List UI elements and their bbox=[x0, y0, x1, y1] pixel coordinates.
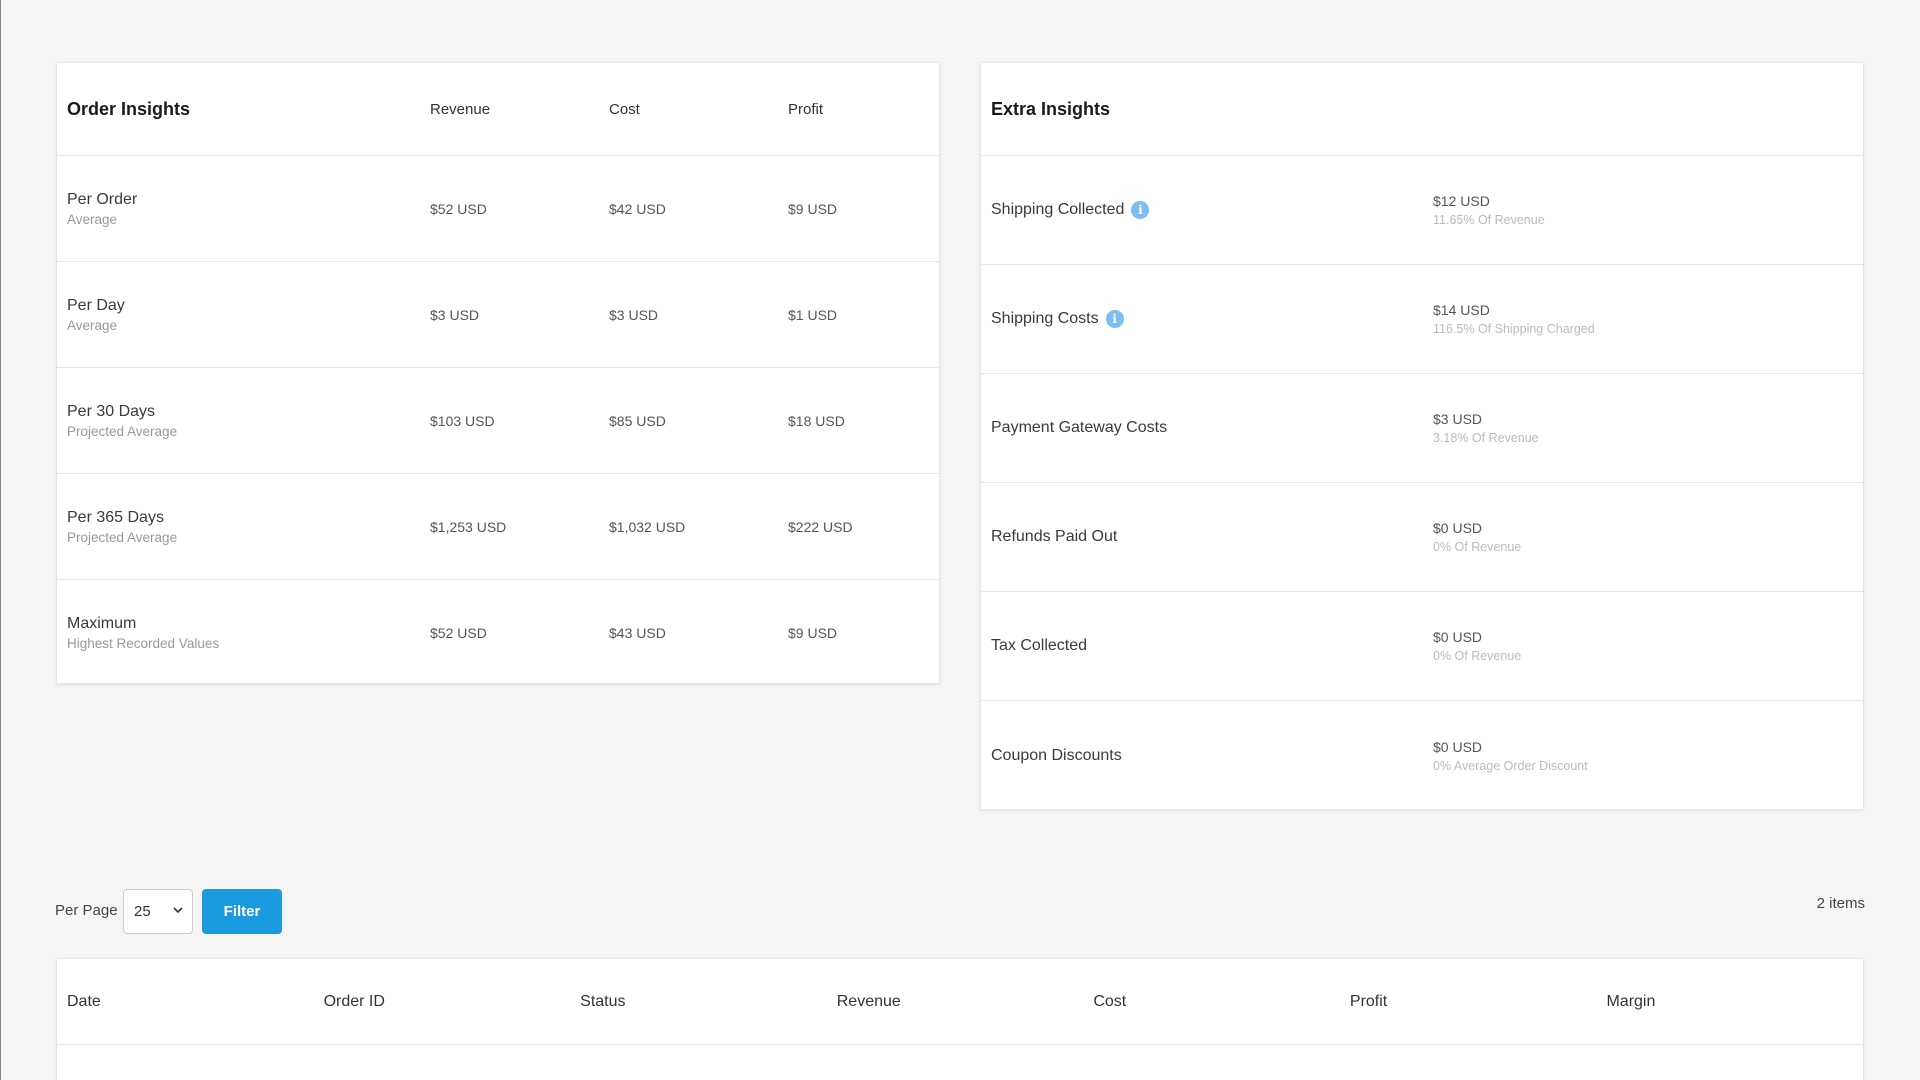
extra-insights-row: Coupon Discounts $0 USD 0% Average Order… bbox=[981, 701, 1863, 810]
column-header-cost[interactable]: Cost bbox=[1093, 993, 1350, 1011]
order-insights-row: Maximum Highest Recorded Values $52 USD … bbox=[57, 580, 939, 686]
row-label: Tax Collected bbox=[991, 637, 1088, 654]
per-page-label: Per Page bbox=[55, 902, 118, 919]
extra-sublabel: 0% Of Revenue bbox=[1433, 649, 1522, 663]
extra-insights-row: Tax Collected $0 USD 0% Of Revenue bbox=[981, 592, 1863, 701]
column-header-margin[interactable]: Margin bbox=[1606, 993, 1863, 1011]
row-label: Coupon Discounts bbox=[991, 746, 1122, 764]
revenue-value: $1,253 USD bbox=[430, 518, 507, 535]
profit-value: $222 USD bbox=[788, 518, 853, 535]
order-insights-row: Per 30 Days Projected Average $103 USD $… bbox=[57, 368, 939, 474]
cost-value: $85 USD bbox=[609, 412, 666, 429]
row-label: Per Day bbox=[67, 296, 125, 314]
items-count: 2 items bbox=[1816, 895, 1865, 912]
row-label: Per Order bbox=[67, 190, 138, 208]
column-header-profit[interactable]: Profit bbox=[1350, 993, 1607, 1011]
row-sublabel: Average bbox=[67, 211, 118, 227]
column-header-profit: Profit bbox=[788, 100, 824, 118]
cost-value: $42 USD bbox=[609, 200, 666, 217]
column-header-cost: Cost bbox=[609, 100, 640, 118]
revenue-value: $52 USD bbox=[430, 200, 487, 217]
extra-value: $0 USD bbox=[1433, 629, 1483, 645]
extra-value: $14 USD bbox=[1433, 302, 1490, 318]
orders-table: Date Order ID Status Revenue Cost Profit… bbox=[56, 958, 1864, 1080]
row-sublabel: Highest Recorded Values bbox=[67, 636, 220, 651]
order-insights-row: Per Order Average $52 USD $42 USD $9 USD bbox=[57, 156, 939, 262]
cost-value: $1,032 USD bbox=[609, 518, 686, 535]
order-insights-header: Order Insights Revenue Cost Profit bbox=[57, 63, 939, 156]
column-header-order-id[interactable]: Order ID bbox=[324, 993, 581, 1011]
filter-button[interactable]: Filter bbox=[202, 889, 282, 934]
extra-value: $12 USD bbox=[1433, 193, 1490, 209]
orders-table-header: Date Order ID Status Revenue Cost Profit… bbox=[57, 959, 1863, 1045]
extra-insights-header: Extra Insights bbox=[981, 63, 1863, 156]
info-icon[interactable]: i bbox=[1105, 310, 1124, 328]
info-icon[interactable]: i bbox=[1131, 201, 1150, 219]
row-label: Maximum bbox=[67, 615, 137, 632]
row-label: Refunds Paid Out bbox=[991, 528, 1118, 545]
per-page-value: 25 bbox=[134, 903, 151, 920]
row-label: Shipping Collected bbox=[991, 201, 1125, 218]
extra-sublabel: 0% Of Revenue bbox=[1433, 540, 1522, 554]
extra-insights-row: Payment Gateway Costs $3 USD 3.18% Of Re… bbox=[981, 374, 1863, 483]
order-insights-row: Per Day Average $3 USD $3 USD $1 USD bbox=[57, 262, 939, 368]
window-edge bbox=[0, 0, 1, 1080]
extra-insights-title: Extra Insights bbox=[991, 98, 1111, 119]
per-page-select[interactable]: 25 bbox=[123, 889, 193, 934]
order-insights-row: Per 365 Days Projected Average $1,253 US… bbox=[57, 474, 939, 580]
column-header-date[interactable]: Date bbox=[67, 993, 324, 1011]
cost-value: $43 USD bbox=[609, 625, 666, 641]
row-sublabel: Projected Average bbox=[67, 423, 178, 439]
column-header-revenue: Revenue bbox=[430, 100, 491, 118]
extra-value: $3 USD bbox=[1433, 411, 1483, 427]
extra-sublabel: 116.5% Of Shipping Charged bbox=[1433, 322, 1595, 336]
extra-value: $0 USD bbox=[1433, 738, 1483, 755]
profit-value: $1 USD bbox=[788, 306, 838, 323]
extra-sublabel: 3.18% Of Revenue bbox=[1433, 431, 1539, 445]
row-label: Shipping Costs bbox=[991, 310, 1099, 327]
row-label: Per 365 Days bbox=[67, 508, 164, 526]
extra-insights-row: Refunds Paid Out $0 USD 0% Of Revenue bbox=[981, 483, 1863, 592]
revenue-value: $52 USD bbox=[430, 625, 487, 641]
order-insights-card: Order Insights Revenue Cost Profit Per O… bbox=[56, 62, 940, 684]
row-label: Per 30 Days bbox=[67, 402, 156, 420]
extra-insights-card: Extra Insights Shipping Collected i $12 … bbox=[980, 62, 1864, 810]
extra-sublabel: 11.65% Of Revenue bbox=[1433, 213, 1545, 227]
row-sublabel: Projected Average bbox=[67, 529, 178, 545]
extra-sublabel: 0% Average Order Discount bbox=[1433, 758, 1588, 773]
column-header-revenue[interactable]: Revenue bbox=[837, 993, 1094, 1011]
column-header-status[interactable]: Status bbox=[580, 993, 837, 1011]
extra-insights-row: Shipping Collected i $12 USD 11.65% Of R… bbox=[981, 156, 1863, 265]
revenue-value: $3 USD bbox=[430, 306, 480, 323]
order-insights-title: Order Insights bbox=[67, 98, 191, 119]
chevron-down-icon bbox=[173, 907, 183, 914]
cost-value: $3 USD bbox=[609, 306, 659, 323]
row-label: Payment Gateway Costs bbox=[991, 419, 1168, 436]
extra-value: $0 USD bbox=[1433, 520, 1483, 536]
extra-insights-row: Shipping Costs i $14 USD 116.5% Of Shipp… bbox=[981, 265, 1863, 374]
profit-value: $9 USD bbox=[788, 625, 838, 641]
row-sublabel: Average bbox=[67, 317, 118, 333]
profit-value: $18 USD bbox=[788, 412, 845, 429]
revenue-value: $103 USD bbox=[430, 412, 495, 429]
profit-value: $9 USD bbox=[788, 200, 838, 217]
